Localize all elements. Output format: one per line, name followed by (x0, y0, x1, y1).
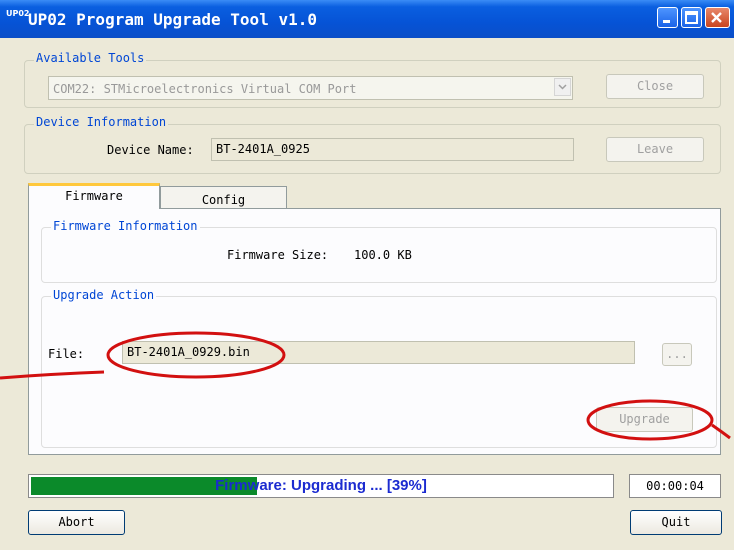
close-window-button[interactable] (705, 7, 730, 28)
firmware-information-label: Firmware Information (51, 219, 200, 233)
minimize-button[interactable] (657, 7, 678, 28)
tab-firmware[interactable]: Firmware (28, 183, 160, 209)
quit-button[interactable]: Quit (630, 510, 722, 535)
port-select-value: COM22: STMicroelectronics Virtual COM Po… (53, 82, 357, 96)
app-window: UP02 UP02 Program Upgrade Tool v1.0 Avai… (0, 0, 734, 550)
firmware-size-label: Firmware Size: (227, 248, 329, 262)
available-tools-label: Available Tools (34, 51, 147, 65)
browse-button[interactable]: ... (662, 343, 692, 366)
maximize-icon (685, 11, 698, 24)
leave-button[interactable]: Leave (606, 137, 704, 162)
chevron-down-icon[interactable] (554, 78, 571, 96)
minimize-icon (663, 20, 670, 23)
firmware-size-value: 100.0 KB (354, 248, 412, 262)
app-icon: UP02 (6, 9, 30, 18)
device-name-field: BT-2401A_0925 (211, 138, 574, 161)
file-path-field[interactable]: BT-2401A_0929.bin (122, 341, 635, 364)
file-label: File: (48, 347, 85, 361)
elapsed-time: 00:00:04 (629, 474, 721, 498)
port-select[interactable]: COM22: STMicroelectronics Virtual COM Po… (48, 76, 573, 100)
device-information-label: Device Information (34, 115, 169, 129)
title-bar[interactable]: UP02 UP02 Program Upgrade Tool v1.0 (0, 0, 734, 38)
maximize-button[interactable] (681, 7, 702, 28)
upgrade-progress-bar: Firmware: Upgrading ... [39%] (28, 474, 614, 498)
window-title: UP02 Program Upgrade Tool v1.0 (28, 10, 317, 29)
device-name-label: Device Name: (107, 143, 194, 157)
abort-button[interactable]: Abort (28, 510, 125, 535)
upgrade-action-label: Upgrade Action (51, 288, 157, 302)
close-icon (711, 12, 722, 23)
progress-status-text: Firmware: Upgrading ... [39%] (215, 477, 427, 494)
tab-config[interactable]: Config (160, 186, 287, 208)
firmware-tab-panel: Firmware Information Firmware Size: 100.… (28, 208, 721, 455)
upgrade-button[interactable]: Upgrade (596, 407, 693, 432)
close-button[interactable]: Close (606, 74, 704, 99)
